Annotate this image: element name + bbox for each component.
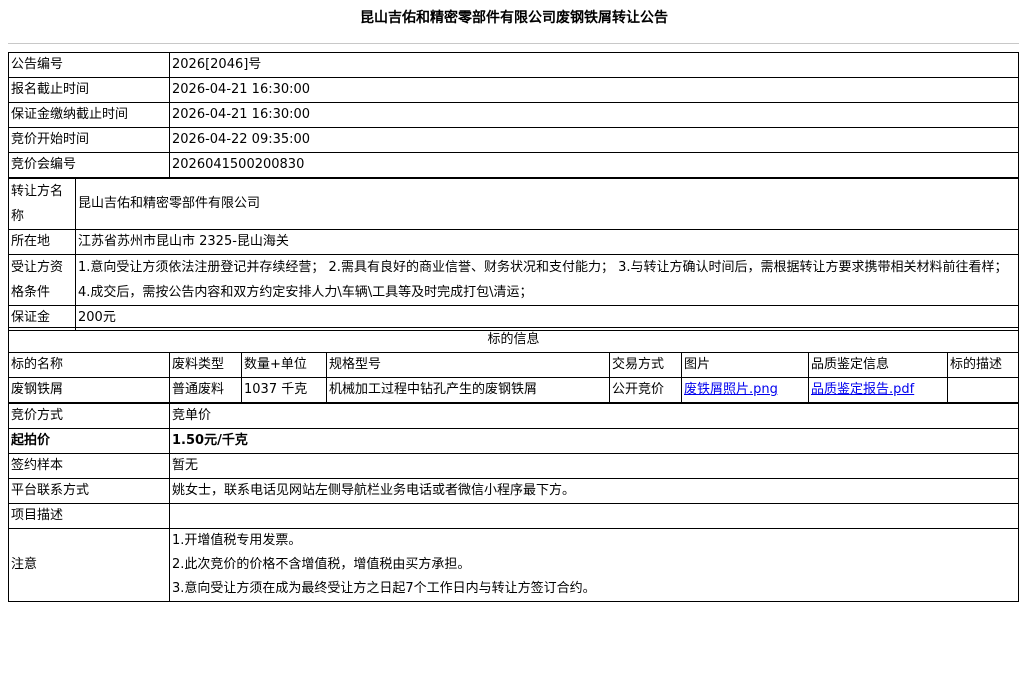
column-header: 标的名称 <box>8 352 170 378</box>
start-price-row: 起拍价 1.50元/千克 <box>8 428 1019 454</box>
notes-row: 注意 1.开增值税专用发票。 2.此次竞价的价格不含增值税，增值税由买方承担。 … <box>8 528 1019 602</box>
info-value: 2026-04-21 16:30:00 <box>169 77 1019 103</box>
lot-type: 普通废料 <box>169 377 242 403</box>
info-label: 竞价开始时间 <box>8 127 170 153</box>
lot-method: 公开竞价 <box>609 377 682 403</box>
table-row: 废钢铁屑 普通废料 1037 千克 机械加工过程中钻孔产生的废钢铁屑 公开竞价 … <box>8 377 1019 403</box>
project-description-label: 项目描述 <box>8 503 170 529</box>
start-price-value: 1.50元/千克 <box>169 428 1019 454</box>
transferor-name-value: 昆山吉佑和精密零部件有限公司 <box>75 178 1019 230</box>
info-label: 竞价会编号 <box>8 152 170 178</box>
lot-table: 标的信息 标的名称 废料类型 数量+单位 规格型号 交易方式 图片 品质鉴定信息… <box>8 327 1019 403</box>
qualification-row: 受让方资格条件 1.意向受让方须依法注册登记并存续经营； 2.需具有良好的商业信… <box>8 254 1019 306</box>
info-label: 公告编号 <box>8 52 170 78</box>
contract-sample-row: 签约样本 暂无 <box>8 453 1019 479</box>
transferor-table: 转让方名称 昆山吉佑和精密零部件有限公司 所在地 江苏省苏州市昆山市 2325-… <box>8 178 1019 331</box>
column-header: 标的描述 <box>947 352 1019 378</box>
info-row-auction-number: 竞价会编号 2026041500200830 <box>8 152 1019 178</box>
contract-sample-label: 签约样本 <box>8 453 170 479</box>
location-label: 所在地 <box>8 229 76 255</box>
info-row-bidding-start: 竞价开始时间 2026-04-22 09:35:00 <box>8 127 1019 153</box>
column-header: 数量+单位 <box>241 352 327 378</box>
project-description-value <box>169 503 1019 529</box>
location-value: 江苏省苏州市昆山市 2325-昆山海关 <box>75 229 1019 255</box>
column-header: 交易方式 <box>609 352 682 378</box>
project-description-row: 项目描述 <box>8 503 1019 529</box>
lot-description <box>947 377 1019 403</box>
info-row-registration-deadline: 报名截止时间 2026-04-21 16:30:00 <box>8 77 1019 103</box>
lot-image-cell: 废铁屑照片.png <box>681 377 809 403</box>
image-file-link[interactable]: 废铁屑照片.png <box>684 382 778 397</box>
lot-section-title: 标的信息 <box>8 327 1019 353</box>
info-label: 保证金缴纳截止时间 <box>8 102 170 128</box>
qualification-label: 受让方资格条件 <box>8 254 76 306</box>
column-header: 废料类型 <box>169 352 242 378</box>
bidding-method-value: 竞单价 <box>169 403 1019 429</box>
contract-sample-value: 暂无 <box>169 453 1019 479</box>
column-header: 图片 <box>681 352 809 378</box>
info-value: 2026-04-21 16:30:00 <box>169 102 1019 128</box>
lot-header-row: 标的名称 废料类型 数量+单位 规格型号 交易方式 图片 品质鉴定信息 标的描述 <box>8 352 1019 378</box>
notes-label: 注意 <box>8 528 170 602</box>
title-divider <box>8 43 1019 44</box>
lot-quality-cell: 品质鉴定报告.pdf <box>808 377 948 403</box>
lot-section-title-row: 标的信息 <box>8 327 1019 353</box>
start-price-label: 起拍价 <box>8 428 170 454</box>
contact-row: 平台联系方式 姚女士，联系电话见网站左侧导航栏业务电话或者微信小程序最下方。 <box>8 478 1019 504</box>
info-value: 2026041500200830 <box>169 152 1019 178</box>
info-label: 报名截止时间 <box>8 77 170 103</box>
note-item: 2.此次竞价的价格不含增值税，增值税由买方承担。 <box>172 557 471 572</box>
transferor-name-row: 转让方名称 昆山吉佑和精密零部件有限公司 <box>8 178 1019 230</box>
lot-spec: 机械加工过程中钻孔产生的废钢铁屑 <box>326 377 610 403</box>
bidding-table: 竞价方式 竞单价 起拍价 1.50元/千克 签约样本 暂无 平台联系方式 姚女士… <box>8 403 1019 602</box>
location-row: 所在地 江苏省苏州市昆山市 2325-昆山海关 <box>8 229 1019 255</box>
lot-quantity: 1037 千克 <box>241 377 327 403</box>
contact-value: 姚女士，联系电话见网站左侧导航栏业务电话或者微信小程序最下方。 <box>169 478 1019 504</box>
announcement-info-table: 公告编号 2026[2046]号 报名截止时间 2026-04-21 16:30… <box>8 52 1019 178</box>
page-title: 昆山吉佑和精密零部件有限公司废钢铁屑转让公告 <box>360 10 668 26</box>
lot-name: 废钢铁屑 <box>8 377 170 403</box>
bidding-method-row: 竞价方式 竞单价 <box>8 403 1019 429</box>
column-header: 品质鉴定信息 <box>808 352 948 378</box>
info-row-deposit-deadline: 保证金缴纳截止时间 2026-04-21 16:30:00 <box>8 102 1019 128</box>
quality-report-link[interactable]: 品质鉴定报告.pdf <box>811 382 914 397</box>
info-value: 2026-04-22 09:35:00 <box>169 127 1019 153</box>
bidding-method-label: 竞价方式 <box>8 403 170 429</box>
note-item: 3.意向受让方须在成为最终受让方之日起7个工作日内与转让方签订合约。 <box>172 581 596 596</box>
transferor-name-label: 转让方名称 <box>8 178 76 230</box>
qualification-value: 1.意向受让方须依法注册登记并存续经营； 2.需具有良好的商业信誉、财务状况和支… <box>75 254 1019 306</box>
note-item: 1.开增值税专用发票。 <box>172 533 302 548</box>
info-value: 2026[2046]号 <box>169 52 1019 78</box>
info-row-notice-number: 公告编号 2026[2046]号 <box>8 52 1019 78</box>
column-header: 规格型号 <box>326 352 610 378</box>
contact-label: 平台联系方式 <box>8 478 170 504</box>
notes-value: 1.开增值税专用发票。 2.此次竞价的价格不含增值税，增值税由买方承担。 3.意… <box>169 528 1019 602</box>
